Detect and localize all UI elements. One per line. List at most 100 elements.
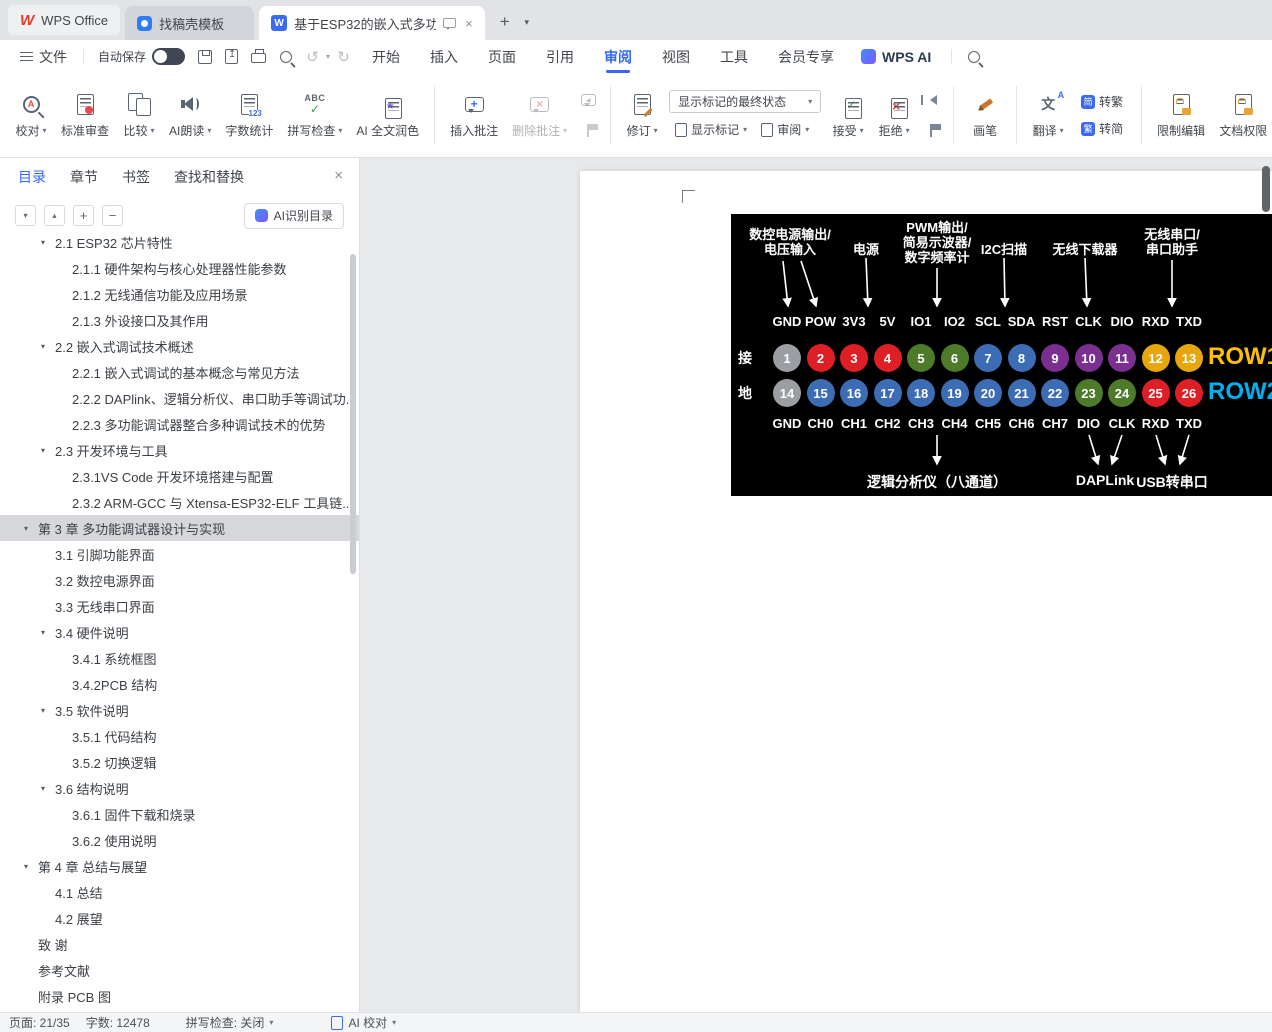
traditional-to-simplified-button[interactable]: 繁 转简 (1075, 118, 1129, 139)
toc-item[interactable]: ▾ 2.2 嵌入式调试技术概述 (0, 333, 359, 359)
tab-list-caret[interactable] (517, 9, 537, 35)
toc-item[interactable]: 2.2.3 多功能调试器整合多种调试技术的优势 (0, 411, 359, 437)
menu-item-insert[interactable]: 插入 (415, 40, 473, 73)
review-pane-button[interactable]: 审阅 (755, 119, 815, 140)
previous-comment-button[interactable] (576, 89, 600, 111)
search-button[interactable] (961, 45, 986, 69)
toc-item[interactable]: 参考文献 (0, 957, 359, 983)
markup-state-combobox[interactable]: 显示标记的最终状态 (669, 90, 822, 113)
toc-item[interactable]: 2.2.1 嵌入式调试的基本概念与常见方法 (0, 359, 359, 385)
standard-review-button[interactable]: 标准审查 (54, 81, 116, 149)
toc-item[interactable]: 3.4.1 系统框图 (0, 645, 359, 671)
toc-item[interactable]: 致 谢 (0, 931, 359, 957)
toc-item[interactable]: 4.2 展望 (0, 905, 359, 931)
tab-docer-template[interactable]: 找稿壳模板 (125, 6, 255, 40)
restrict-editing-button[interactable]: 限制编辑 (1150, 81, 1212, 149)
document-page[interactable]: 数控电源输出/电压输入 电源 PWM输出/简易示波器/数字频率计 I2C扫描 无线下载器… (580, 171, 1272, 1012)
show-markup-button[interactable]: 显示标记 (669, 119, 753, 140)
ai-polish-button[interactable]: AI 全文润色 (349, 81, 426, 149)
sidebar-tab-find-replace[interactable]: 查找和替换 (174, 167, 244, 187)
toc-expand-icon[interactable]: ▾ (41, 342, 45, 351)
redo-button[interactable] (331, 45, 356, 69)
compare-button[interactable]: 比较 (116, 81, 162, 149)
reject-button[interactable]: 拒绝 (871, 81, 917, 149)
wps-ai-button[interactable]: WPS AI (849, 49, 943, 65)
tab-close-icon[interactable] (463, 16, 473, 31)
word-count-indicator[interactable]: 字数: 12478 (86, 1014, 150, 1031)
new-tab-button[interactable] (493, 9, 517, 35)
toc-item[interactable]: 2.2.2 DAPlink、逻辑分析仪、串口助手等调试功... (0, 385, 359, 411)
ink-brush-button[interactable]: 画笔 (962, 81, 1008, 149)
toc-item[interactable]: 3.2 数控电源界面 (0, 567, 359, 593)
print-button[interactable] (246, 45, 271, 69)
ai-read-aloud-button[interactable]: AI朗读 (162, 81, 218, 149)
sidebar-tab-bookmarks[interactable]: 书签 (122, 167, 150, 187)
toc-expand-icon[interactable]: ▾ (41, 784, 45, 793)
menu-item-view[interactable]: 视图 (647, 40, 705, 73)
sidebar-tab-contents[interactable]: 目录 (18, 167, 46, 187)
translate-button[interactable]: 翻译 (1025, 81, 1071, 149)
toc-item[interactable]: 2.1.1 硬件架构与核心处理器性能参数 (0, 255, 359, 281)
sidebar-scrollbar[interactable] (350, 254, 356, 574)
toc-item[interactable]: 3.1 引脚功能界面 (0, 541, 359, 567)
toc-item[interactable]: 附录 PCB 图 (0, 983, 359, 1009)
toc-item[interactable]: 3.4.2PCB 结构 (0, 671, 359, 697)
sidebar-tab-chapters[interactable]: 章节 (70, 167, 98, 187)
track-changes-button[interactable]: 修订 (619, 81, 665, 149)
toc-collapse-all-button[interactable]: ▾ (15, 205, 36, 226)
toc-item[interactable]: 2.1.3 外设接口及其作用 (0, 307, 359, 333)
toc-item[interactable]: 2.3.2 ARM-GCC 与 Xtensa-ESP32-ELF 工具链... (0, 489, 359, 515)
toc-expand-icon[interactable]: ▾ (41, 628, 45, 637)
toc-item[interactable]: ▾ 3.6 结构说明 (0, 775, 359, 801)
toc-item[interactable]: ▾ 2.1 ESP32 芯片特性 (0, 236, 359, 255)
ai-proofread-status[interactable]: AI 校对 (331, 1014, 396, 1031)
file-menu-button[interactable]: 文件 (12, 47, 75, 67)
menu-item-home[interactable]: 开始 (357, 40, 415, 73)
toc-expand-icon[interactable]: ▾ (41, 446, 45, 455)
export-button[interactable] (219, 45, 244, 69)
document-area[interactable]: 数控电源输出/电压输入 电源 PWM输出/简易示波器/数字频率计 I2C扫描 无线下载器… (360, 158, 1272, 1012)
toc-expand-icon[interactable]: ▾ (24, 524, 28, 533)
menu-item-tools[interactable]: 工具 (705, 40, 763, 73)
proofread-button[interactable]: 校对 (8, 81, 54, 149)
word-count-button[interactable]: 字数统计 (218, 81, 280, 149)
accept-button[interactable]: 接受 (825, 81, 871, 149)
tab-active-document[interactable]: 基于ESP32的嵌入式多功能调 (259, 6, 485, 40)
toc-item[interactable]: ▾ 第 4 章 总结与展望 (0, 853, 359, 879)
previous-change-button[interactable] (919, 89, 943, 111)
toc-item[interactable]: 2.1.2 无线通信功能及应用场景 (0, 281, 359, 307)
save-button[interactable] (192, 45, 217, 69)
toc-font-larger-button[interactable]: + (73, 205, 94, 226)
toc-expand-icon[interactable]: ▾ (41, 706, 45, 715)
insert-comment-button[interactable]: 插入批注 (443, 81, 505, 149)
toc-item[interactable]: 2.3.1VS Code 开发环境搭建与配置 (0, 463, 359, 489)
delete-comment-button[interactable]: 删除批注 (505, 81, 574, 149)
menu-item-page[interactable]: 页面 (473, 40, 531, 73)
toc-item[interactable]: 3.6.2 使用说明 (0, 827, 359, 853)
undo-caret[interactable] (326, 52, 330, 61)
undo-button[interactable] (300, 45, 325, 69)
toc-expand-icon[interactable]: ▾ (41, 238, 45, 247)
toc-font-smaller-button[interactable]: − (102, 205, 123, 226)
menu-item-references[interactable]: 引用 (531, 40, 589, 73)
autosave-toggle[interactable] (152, 48, 186, 65)
toc-item[interactable]: ▾ 2.3 开发环境与工具 (0, 437, 359, 463)
spell-check-button[interactable]: 拼写检查 (280, 81, 349, 149)
next-comment-button[interactable] (576, 119, 600, 141)
document-scrollbar[interactable] (1262, 166, 1270, 212)
sidebar-close-icon[interactable] (334, 167, 343, 184)
toc-expand-all-button[interactable]: ▴ (44, 205, 65, 226)
toc-item[interactable]: ▾ 3.5 软件说明 (0, 697, 359, 723)
ai-recognize-toc-button[interactable]: AI识别目录 (243, 202, 344, 229)
spellcheck-status[interactable]: 拼写检查: 关闭 (186, 1014, 274, 1031)
page-indicator[interactable]: 页面: 21/35 (9, 1014, 70, 1031)
simplified-to-traditional-button[interactable]: 简 转繁 (1075, 91, 1129, 112)
print-preview-button[interactable] (273, 45, 298, 69)
toc-expand-icon[interactable]: ▾ (24, 862, 28, 871)
menu-item-membership[interactable]: 会员专享 (763, 40, 849, 73)
toc-item[interactable]: 4.1 总结 (0, 879, 359, 905)
toc-item[interactable]: 3.3 无线串口界面 (0, 593, 359, 619)
document-permission-button[interactable]: 文档权限 (1212, 81, 1272, 149)
toc-item[interactable]: 3.5.2 切换逻辑 (0, 749, 359, 775)
menu-item-review[interactable]: 审阅 (589, 40, 647, 73)
